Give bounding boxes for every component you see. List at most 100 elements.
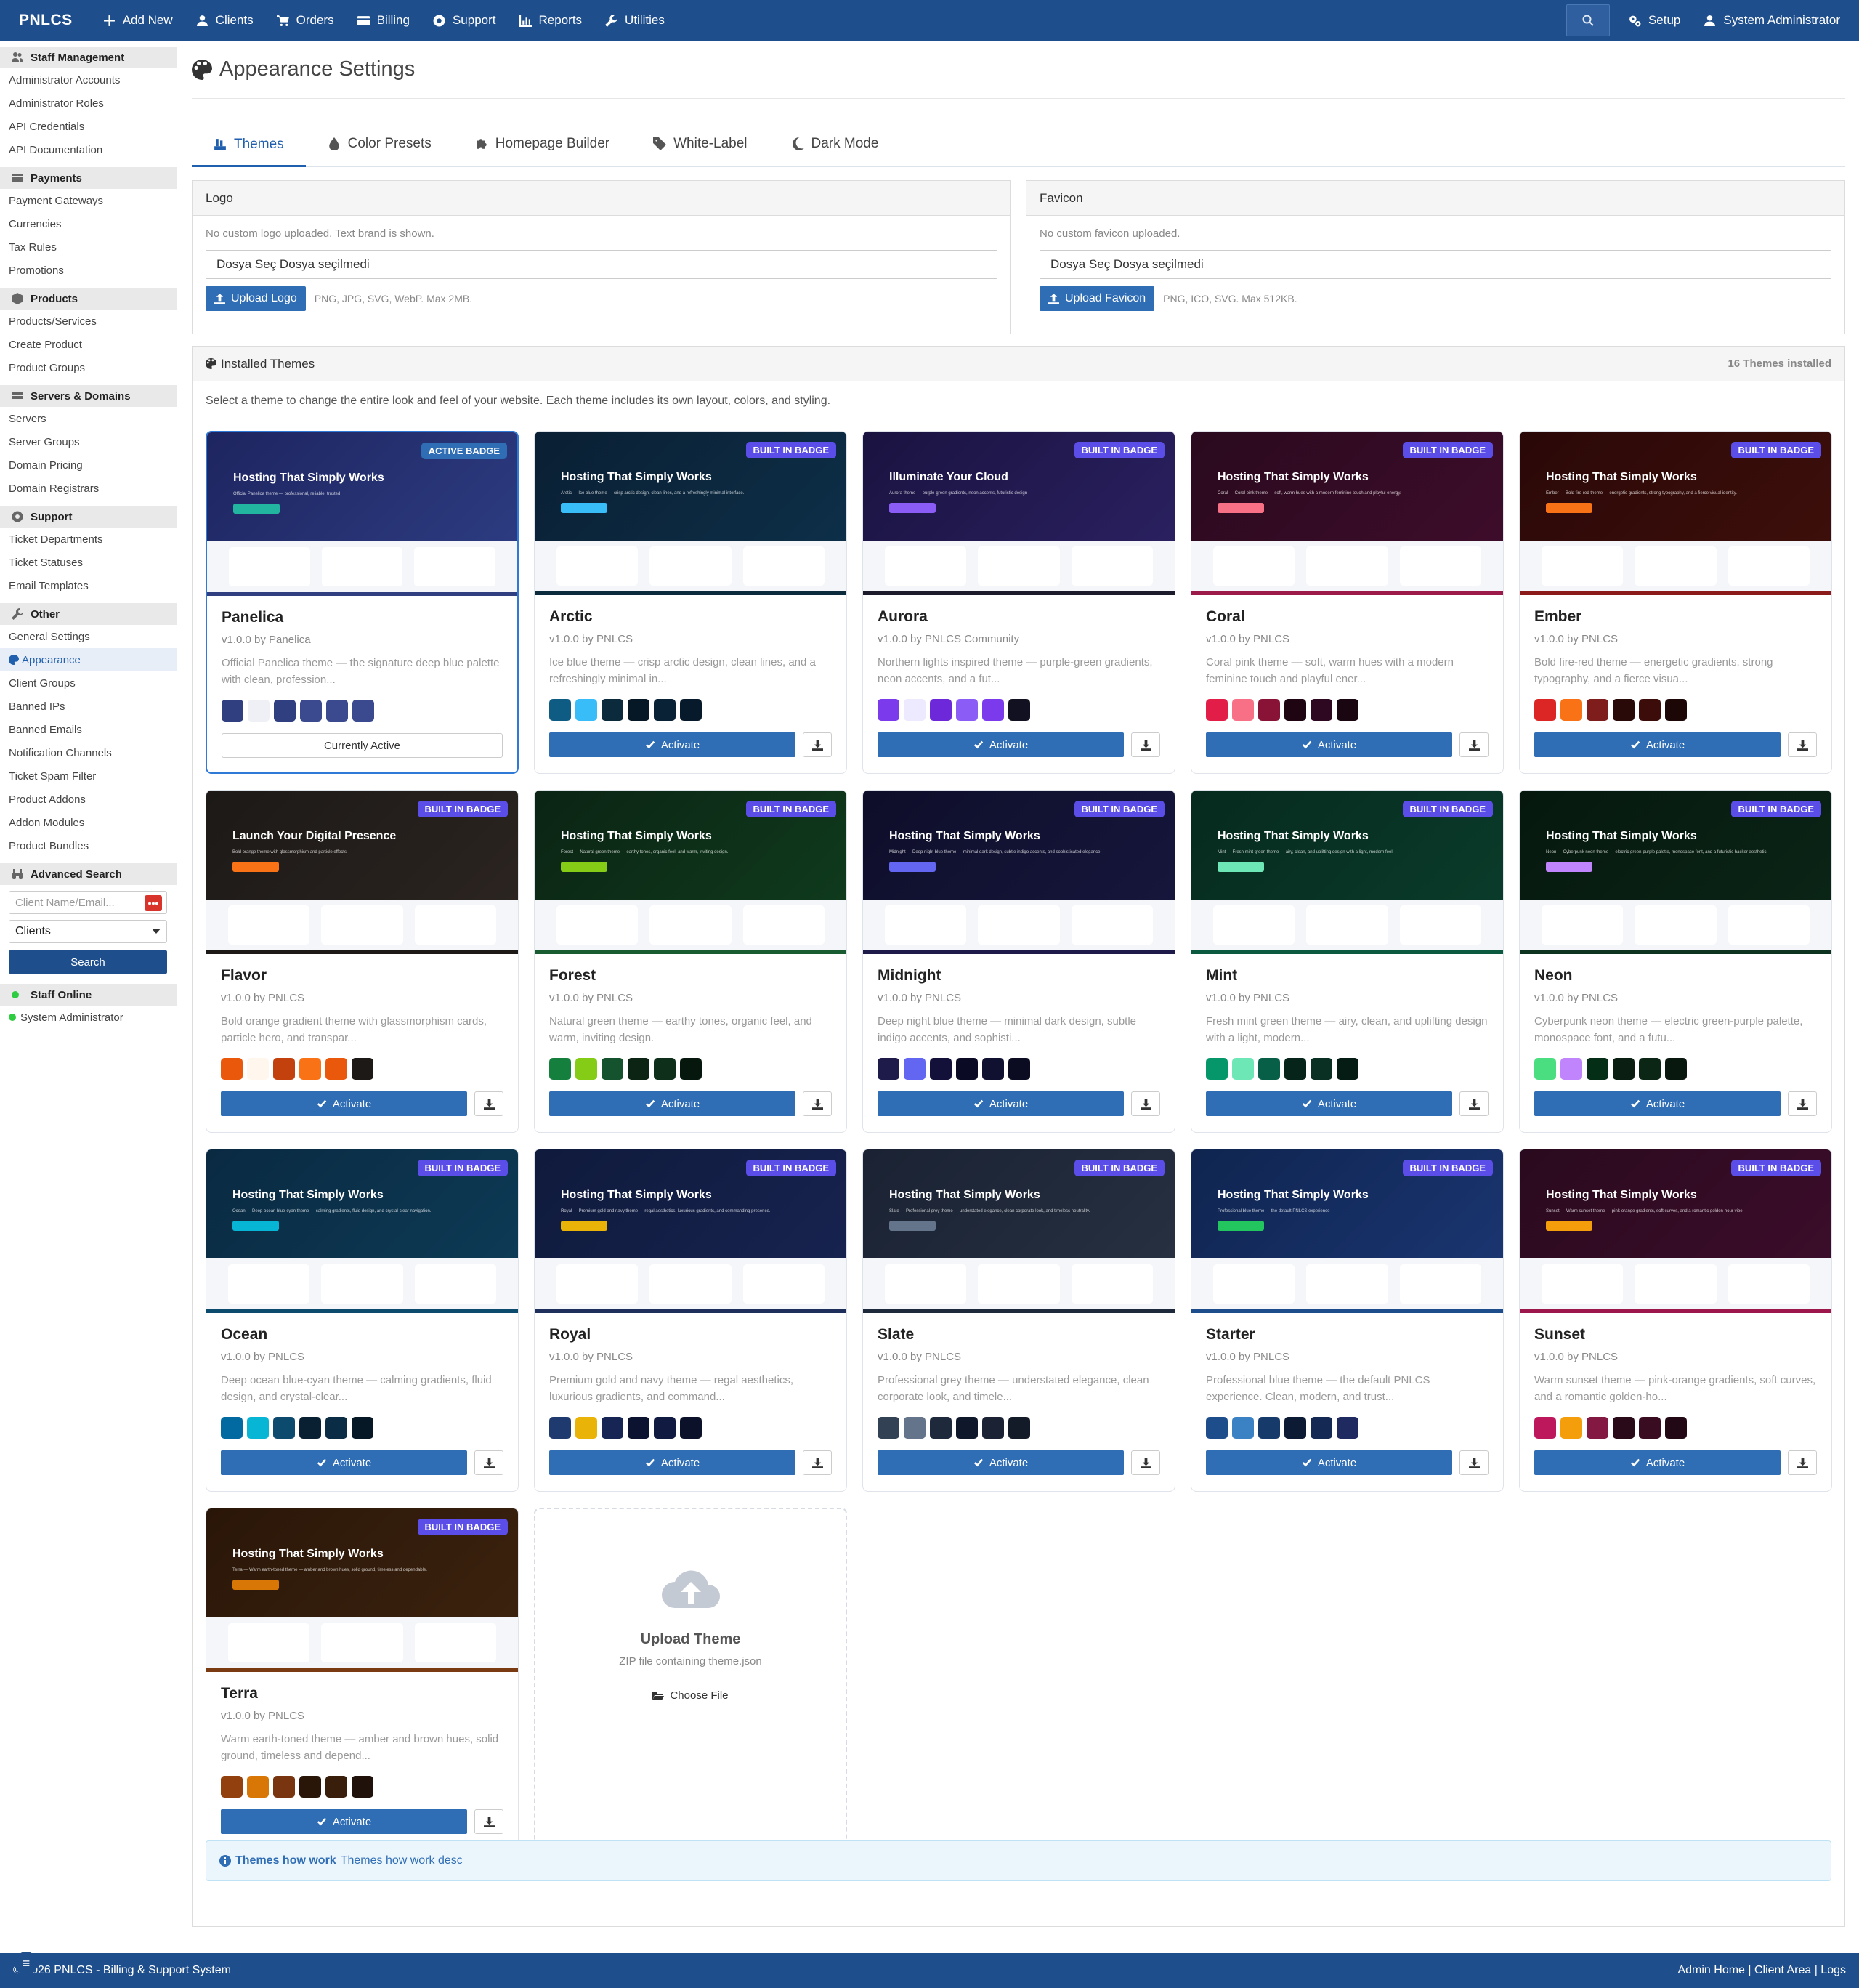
- sidebar-item-api-documentation[interactable]: API Documentation: [0, 138, 177, 161]
- activate-button[interactable]: Activate: [1534, 1450, 1781, 1475]
- brand-logo[interactable]: PNLCS: [0, 12, 92, 29]
- download-button[interactable]: [474, 1091, 503, 1116]
- activate-button[interactable]: Activate: [1534, 732, 1781, 757]
- activate-button[interactable]: Activate: [878, 1450, 1124, 1475]
- menu-icon[interactable]: ≡: [15, 1952, 38, 1975]
- activate-button[interactable]: Activate: [549, 1091, 795, 1116]
- download-button[interactable]: [474, 1809, 503, 1834]
- download-button[interactable]: [803, 1450, 832, 1475]
- sidebar-item-domain-registrars[interactable]: Domain Registrars: [0, 477, 177, 500]
- tab-homepage-builder[interactable]: Homepage Builder: [453, 122, 631, 166]
- sidebar-item-create-product[interactable]: Create Product: [0, 333, 177, 356]
- sidebar-item-administrator-accounts[interactable]: Administrator Accounts: [0, 68, 177, 92]
- footer-links[interactable]: Admin Home | Client Area | Logs: [1677, 1964, 1846, 1977]
- upload-favicon-button[interactable]: Upload Favicon: [1040, 286, 1155, 311]
- sidebar-item-products-services[interactable]: Products/Services: [0, 310, 177, 333]
- nav-setup[interactable]: Setup: [1617, 0, 1692, 41]
- sidebar-item-promotions[interactable]: Promotions: [0, 259, 177, 282]
- sidebar-item-ticket-departments[interactable]: Ticket Departments: [0, 528, 177, 551]
- theme-card-terra[interactable]: Hosting That Simply Works Terra — Warm ea…: [206, 1508, 519, 1851]
- top-search-button[interactable]: [1566, 4, 1610, 36]
- online-staff-user[interactable]: System Administrator: [0, 1006, 177, 1029]
- sidebar-item-email-templates[interactable]: Email Templates: [0, 574, 177, 597]
- theme-card-sunset[interactable]: Hosting That Simply Works Sunset — Warm s…: [1519, 1149, 1832, 1492]
- sidebar-item-banned-ips[interactable]: Banned IPs: [0, 695, 177, 718]
- tab-color-presets[interactable]: Color Presets: [306, 122, 453, 166]
- upload-logo-button[interactable]: Upload Logo: [206, 286, 306, 311]
- sidebar-item-payment-gateways[interactable]: Payment Gateways: [0, 189, 177, 212]
- download-button[interactable]: [1131, 732, 1160, 757]
- download-button[interactable]: [1459, 1450, 1489, 1475]
- theme-card-coral[interactable]: Hosting That Simply Works Coral — Coral p…: [1191, 431, 1504, 774]
- nav-utilities[interactable]: Utilities: [594, 0, 676, 41]
- download-button[interactable]: [1131, 1091, 1160, 1116]
- activate-button[interactable]: Activate: [1206, 1450, 1452, 1475]
- choose-file-button[interactable]: Choose File: [652, 1689, 729, 1702]
- nav-billing[interactable]: Billing: [346, 0, 421, 41]
- activate-button[interactable]: Activate: [221, 1450, 467, 1475]
- nav-support[interactable]: Support: [421, 0, 508, 41]
- client-search-input[interactable]: Client Name/Email... •••: [9, 891, 167, 914]
- theme-card-royal[interactable]: Hosting That Simply Works Royal — Premium…: [534, 1149, 847, 1492]
- tab-white-label[interactable]: White-Label: [631, 122, 769, 166]
- theme-card-forest[interactable]: Hosting That Simply Works Forest — Natura…: [534, 790, 847, 1133]
- search-type-select[interactable]: Clients: [9, 920, 167, 943]
- theme-card-arctic[interactable]: Hosting That Simply Works Arctic — Ice bl…: [534, 431, 847, 774]
- sidebar-item-product-bundles[interactable]: Product Bundles: [0, 834, 177, 857]
- sidebar-item-general-settings[interactable]: General Settings: [0, 625, 177, 648]
- sidebar-item-banned-emails[interactable]: Banned Emails: [0, 718, 177, 741]
- nav-clients[interactable]: Clients: [185, 0, 265, 41]
- tab-dark-mode[interactable]: Dark Mode: [769, 122, 901, 166]
- download-button[interactable]: [1788, 1091, 1817, 1116]
- favicon-file-input[interactable]: Dosya Seç Dosya seçilmedi: [1040, 250, 1831, 279]
- sidebar-item-product-groups[interactable]: Product Groups: [0, 356, 177, 379]
- download-button[interactable]: [1459, 1091, 1489, 1116]
- download-button[interactable]: [1788, 732, 1817, 757]
- nav-user-menu[interactable]: System Administrator: [1692, 0, 1859, 41]
- sidebar-item-notification-channels[interactable]: Notification Channels: [0, 741, 177, 764]
- activate-button[interactable]: Activate: [878, 732, 1124, 757]
- tab-themes[interactable]: Themes: [192, 124, 306, 167]
- sidebar-item-administrator-roles[interactable]: Administrator Roles: [0, 92, 177, 115]
- sidebar-item-tax-rules[interactable]: Tax Rules: [0, 235, 177, 259]
- activate-button[interactable]: Activate: [878, 1091, 1124, 1116]
- activate-button[interactable]: Activate: [549, 1450, 795, 1475]
- sidebar-item-appearance[interactable]: Appearance: [0, 648, 177, 671]
- activate-button[interactable]: Activate: [221, 1091, 467, 1116]
- download-button[interactable]: [474, 1450, 503, 1475]
- sidebar-item-client-groups[interactable]: Client Groups: [0, 671, 177, 695]
- sidebar-item-domain-pricing[interactable]: Domain Pricing: [0, 453, 177, 477]
- sidebar-item-api-credentials[interactable]: API Credentials: [0, 115, 177, 138]
- sidebar-search-button[interactable]: Search: [9, 950, 167, 974]
- theme-card-midnight[interactable]: Hosting That Simply Works Midnight — Deep…: [862, 790, 1175, 1133]
- theme-card-panelica[interactable]: Hosting That Simply Works Official Paneli…: [206, 431, 519, 774]
- theme-card-mint[interactable]: Hosting That Simply Works Mint — Fresh mi…: [1191, 790, 1504, 1133]
- nav-add-new[interactable]: Add New: [92, 0, 185, 41]
- download-button[interactable]: [1459, 732, 1489, 757]
- theme-card-slate[interactable]: Hosting That Simply Works Slate — Profess…: [862, 1149, 1175, 1492]
- theme-card-neon[interactable]: Hosting That Simply Works Neon — Cyberpun…: [1519, 790, 1832, 1133]
- more-options-button[interactable]: •••: [145, 895, 162, 911]
- activate-button[interactable]: Activate: [221, 1809, 467, 1834]
- activate-button[interactable]: Activate: [549, 732, 795, 757]
- download-button[interactable]: [803, 732, 832, 757]
- sidebar-item-ticket-spam-filter[interactable]: Ticket Spam Filter: [0, 764, 177, 788]
- sidebar-item-product-addons[interactable]: Product Addons: [0, 788, 177, 811]
- theme-card-starter[interactable]: Hosting That Simply Works Professional bl…: [1191, 1149, 1504, 1492]
- sidebar-item-addon-modules[interactable]: Addon Modules: [0, 811, 177, 834]
- sidebar-item-ticket-statuses[interactable]: Ticket Statuses: [0, 551, 177, 574]
- theme-card-ocean[interactable]: Hosting That Simply Works Ocean — Deep oc…: [206, 1149, 519, 1492]
- nav-orders[interactable]: Orders: [265, 0, 346, 41]
- upload-theme-card[interactable]: Upload Theme ZIP file containing theme.j…: [534, 1508, 847, 1851]
- logo-file-input[interactable]: Dosya Seç Dosya seçilmedi: [206, 250, 997, 279]
- nav-reports[interactable]: Reports: [508, 0, 594, 41]
- sidebar-item-server-groups[interactable]: Server Groups: [0, 430, 177, 453]
- activate-button[interactable]: Activate: [1206, 1091, 1452, 1116]
- activate-button[interactable]: Activate: [1534, 1091, 1781, 1116]
- download-button[interactable]: [1788, 1450, 1817, 1475]
- theme-card-ember[interactable]: Hosting That Simply Works Ember — Bold fi…: [1519, 431, 1832, 774]
- sidebar-item-currencies[interactable]: Currencies: [0, 212, 177, 235]
- download-button[interactable]: [1131, 1450, 1160, 1475]
- sidebar-item-servers[interactable]: Servers: [0, 407, 177, 430]
- theme-card-aurora[interactable]: Illuminate Your Cloud Aurora theme — purp…: [862, 431, 1175, 774]
